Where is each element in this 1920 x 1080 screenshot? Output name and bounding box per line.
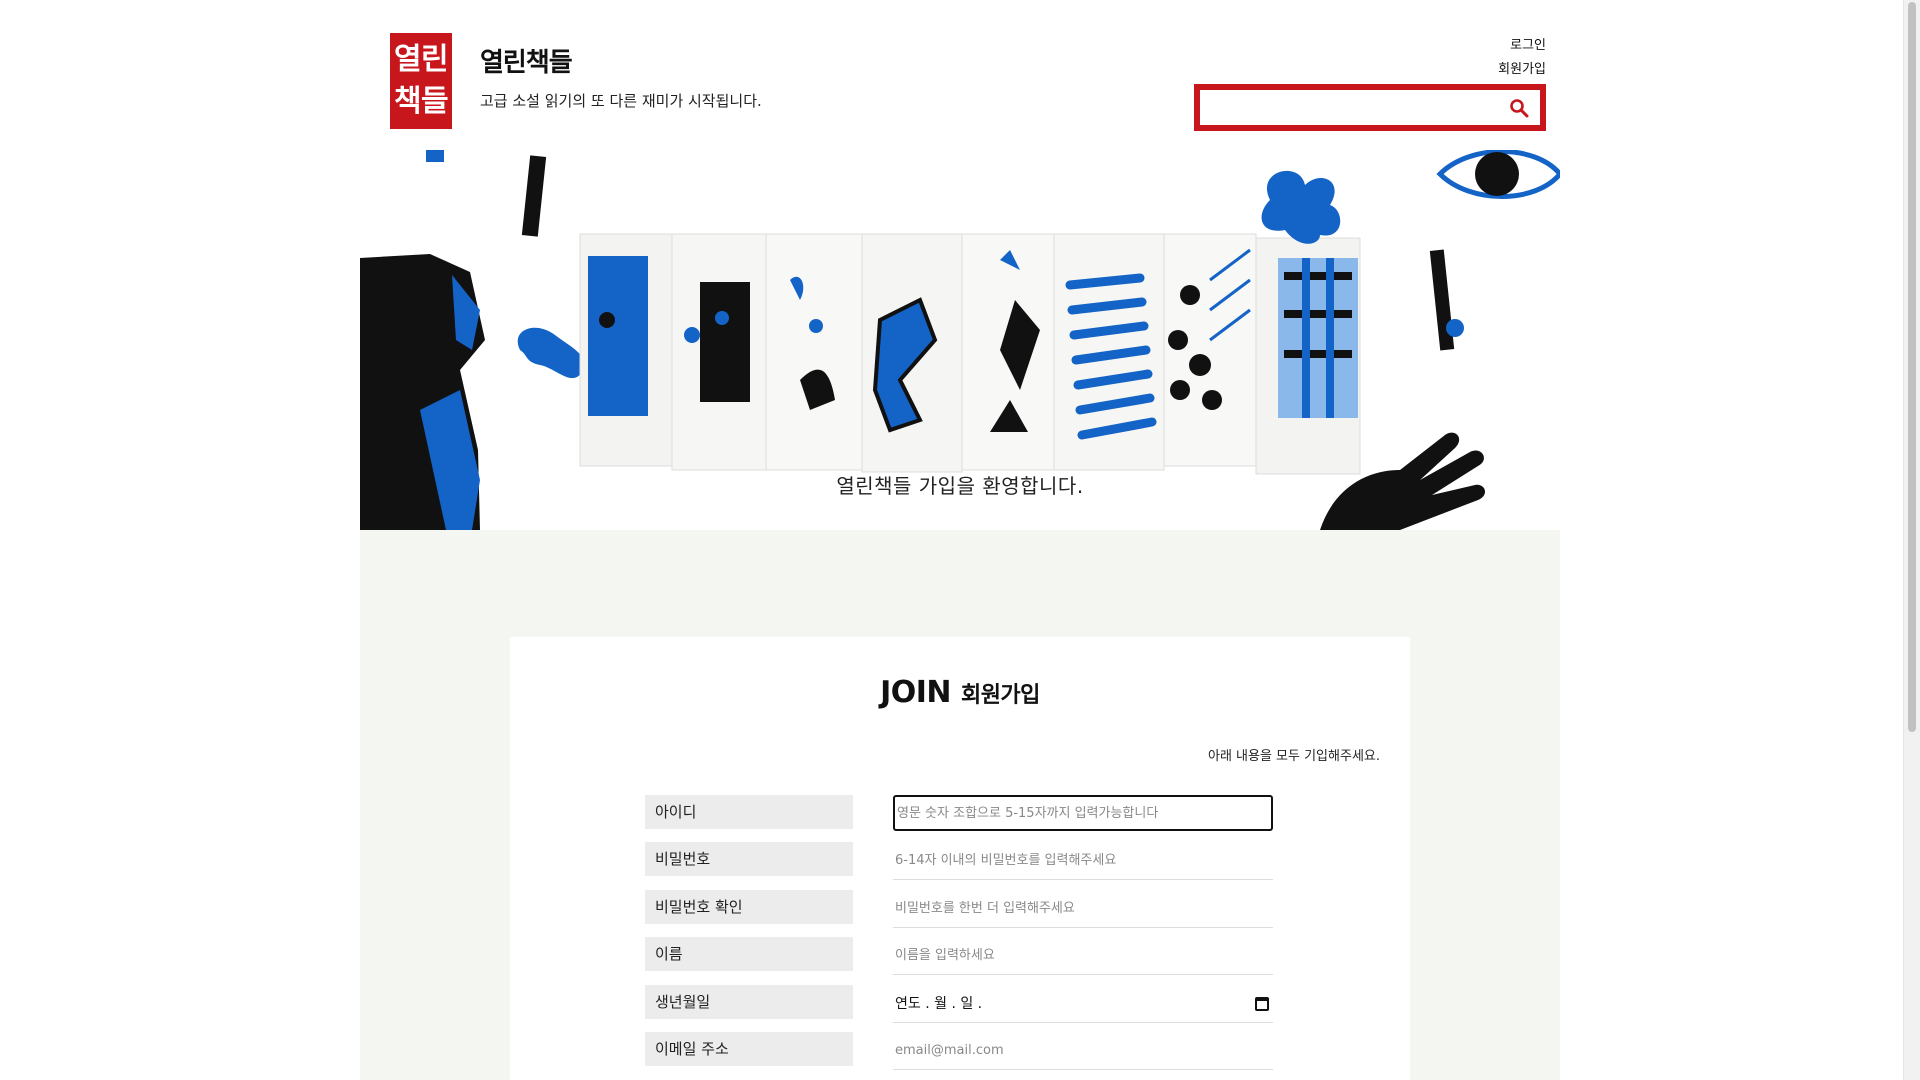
password-confirm-input[interactable] <box>893 890 1273 928</box>
site-title[interactable]: 열린책들 <box>480 42 573 79</box>
logo-char: 들 <box>421 84 449 119</box>
birthdate-value: 연도 . 월 . 일 . <box>895 996 983 1012</box>
right-blue-dot <box>1446 319 1464 337</box>
black-bar <box>521 155 547 237</box>
password-confirm-label: 비밀번호 확인 <box>645 890 853 924</box>
form-instruction: 아래 내용을 모두 기입해주세요. <box>1207 749 1380 764</box>
title-ko: 회원가입 <box>960 683 1040 708</box>
name-label: 이름 <box>645 937 853 971</box>
blue-flower <box>1261 170 1341 244</box>
site-tagline: 고급 소설 읽기의 또 다른 재미가 시작됩니다. <box>480 92 762 110</box>
form-row-password: 비밀번호 <box>645 842 1273 880</box>
search-box <box>1194 84 1546 131</box>
password-label: 비밀번호 <box>645 842 853 876</box>
search-input[interactable] <box>1204 95 1504 120</box>
signup-panel: JOIN 회원가입 아래 내용을 모두 기입해주세요. 아이디 비밀번호 비밀번… <box>360 530 1560 1080</box>
form-row-password-confirm: 비밀번호 확인 <box>645 890 1273 928</box>
form-row-name: 이름 <box>645 937 1273 975</box>
form-row-id: 아이디 <box>645 795 1273 831</box>
search-icon[interactable] <box>1508 97 1530 119</box>
form-row-birthdate: 생년월일 연도 . 월 . 일 . <box>645 985 1273 1023</box>
name-input[interactable] <box>893 937 1273 975</box>
birthdate-label: 생년월일 <box>645 985 853 1019</box>
logo-char: 린 <box>421 42 449 77</box>
scrollbar-thumb[interactable] <box>1908 2 1916 732</box>
login-link[interactable]: 로그인 <box>1498 34 1546 58</box>
site-logo[interactable]: 열 린 책 들 <box>390 33 452 129</box>
eye-pupil <box>1475 152 1519 196</box>
email-label: 이메일 주소 <box>645 1032 853 1066</box>
page-container: 열 린 책 들 열린책들 고급 소설 읽기의 또 다른 재미가 시작됩니다. 로… <box>360 0 1560 1080</box>
blue-bar <box>426 150 444 162</box>
scrollbar[interactable] <box>1903 0 1920 1080</box>
logo-char: 책 <box>394 84 422 119</box>
page-title: JOIN 회원가입 <box>510 675 1410 710</box>
title-en: JOIN <box>880 675 951 710</box>
welcome-message: 열린책들 가입을 환영합니다. <box>836 474 1084 498</box>
signup-card: JOIN 회원가입 아래 내용을 모두 기입해주세요. 아이디 비밀번호 비밀번… <box>510 637 1410 1080</box>
calendar-icon[interactable] <box>1255 997 1269 1011</box>
logo-char: 열 <box>394 42 422 77</box>
email-input[interactable] <box>893 1032 1273 1070</box>
password-input[interactable] <box>893 842 1273 880</box>
account-links: 로그인 회원가입 <box>1498 34 1546 82</box>
id-input[interactable] <box>893 795 1273 831</box>
signup-link[interactable]: 회원가입 <box>1498 58 1546 82</box>
left-blue-blob <box>517 327 584 379</box>
form-row-email: 이메일 주소 <box>645 1032 1273 1070</box>
birthdate-input[interactable]: 연도 . 월 . 일 . <box>893 985 1273 1023</box>
book-row <box>579 233 1361 475</box>
id-label: 아이디 <box>645 795 853 829</box>
